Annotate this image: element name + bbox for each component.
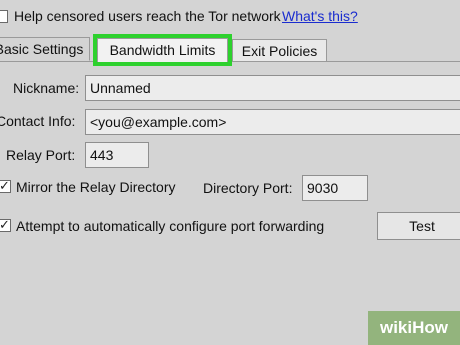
bridge-label: Help censored users reach the Tor networ… [14, 8, 281, 24]
relay-port-input[interactable]: 443 [85, 142, 149, 168]
whats-this-link[interactable]: What's this? [282, 8, 358, 24]
test-button[interactable]: Test [377, 212, 460, 240]
contact-info-input[interactable]: <you@example.com> [85, 109, 460, 135]
mirror-directory-label: Mirror the Relay Directory [16, 179, 176, 195]
port-forwarding-label: Attempt to automatically configure port … [16, 218, 325, 234]
tab-exit-policies[interactable]: Exit Policies [232, 39, 327, 61]
watermark-how: How [412, 318, 448, 337]
checkmark-icon: ✓ [0, 218, 10, 233]
tab-bandwidth-limits[interactable]: Bandwidth Limits [93, 34, 232, 66]
tab-basic-settings[interactable]: Basic Settings [0, 37, 90, 61]
nickname-input[interactable]: Unnamed [85, 75, 460, 101]
contact-info-label: Contact Info: [0, 113, 76, 129]
directory-port-input[interactable]: 9030 [302, 175, 368, 201]
tab-strip-divider [0, 61, 460, 62]
watermark-wiki: wiki [379, 318, 413, 337]
port-forwarding-checkbox[interactable]: ✓ [0, 219, 11, 232]
checkmark-icon: ✓ [0, 179, 10, 194]
mirror-directory-checkbox[interactable]: ✓ [0, 180, 11, 193]
nickname-label: Nickname: [13, 80, 80, 96]
relay-port-label: Relay Port: [6, 147, 76, 163]
bridge-checkbox[interactable] [0, 10, 8, 23]
wikihow-watermark: wikiHow [368, 311, 460, 345]
directory-port-label: Directory Port: [203, 180, 293, 196]
